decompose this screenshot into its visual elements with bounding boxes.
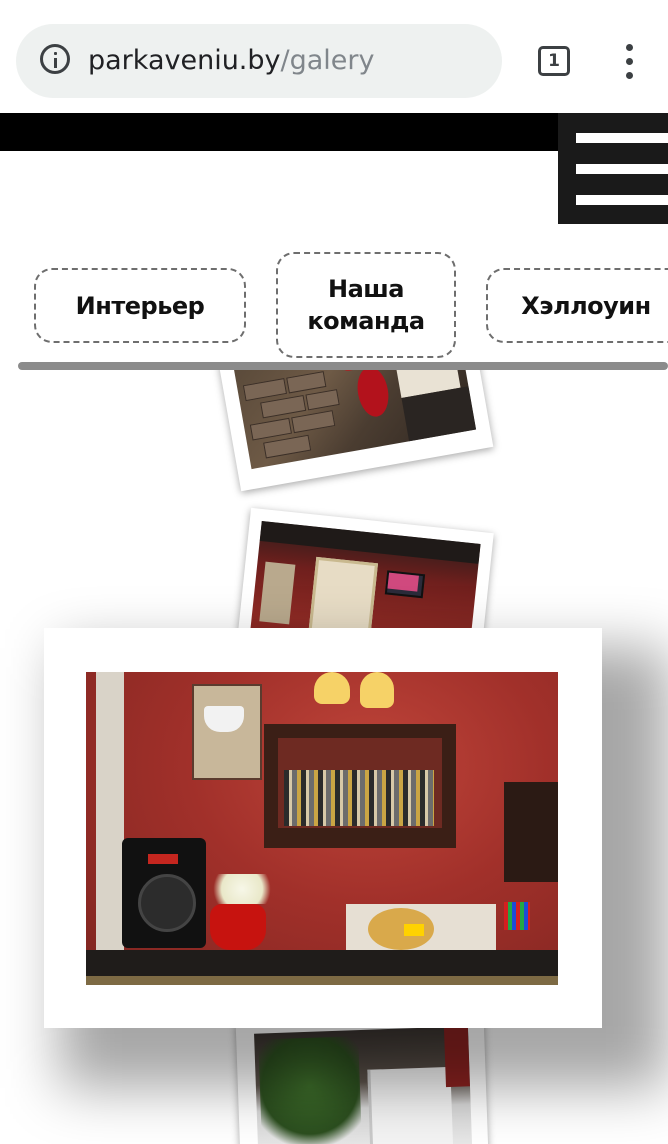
url-path: /galery bbox=[280, 45, 375, 76]
category-button-team[interactable]: Наша команда bbox=[276, 252, 456, 358]
url-text[interactable]: parkaveniu.by/galery bbox=[88, 44, 375, 78]
photo-brick-wall bbox=[233, 370, 477, 470]
tab-switcher-button[interactable]: 1 bbox=[538, 46, 570, 76]
gallery-photo[interactable] bbox=[218, 370, 494, 492]
browser-menu-icon[interactable] bbox=[620, 44, 640, 80]
category-button-interior[interactable]: Интерьер bbox=[34, 268, 246, 343]
category-label: Интерьер bbox=[75, 291, 205, 320]
category-scrollbar[interactable] bbox=[18, 362, 668, 370]
address-bar[interactable]: parkaveniu.by/galery bbox=[16, 24, 502, 98]
category-button-halloween[interactable]: Хэллоуин bbox=[486, 268, 668, 343]
lightbox-photo[interactable] bbox=[86, 672, 558, 985]
hamburger-menu-icon[interactable] bbox=[558, 113, 668, 224]
browser-chrome: parkaveniu.by/galery 1 bbox=[0, 0, 668, 113]
category-label: Хэллоуин bbox=[521, 291, 651, 320]
url-host: parkaveniu.by bbox=[88, 45, 281, 76]
category-label: Наша команда bbox=[307, 275, 425, 335]
site-info-icon[interactable] bbox=[40, 44, 70, 74]
